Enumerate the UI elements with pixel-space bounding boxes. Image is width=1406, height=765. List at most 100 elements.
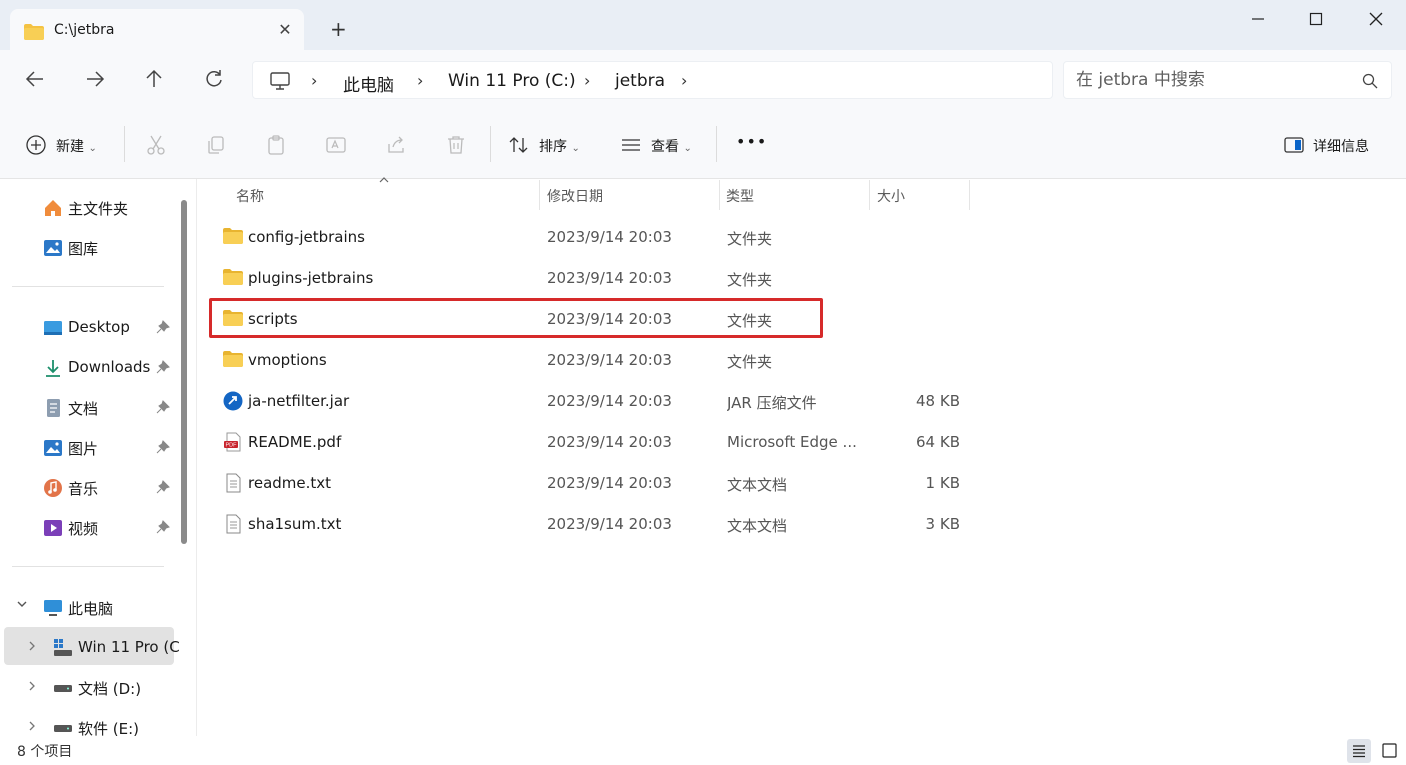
sidebar-item-drive-e[interactable]: 软件 (E:): [10, 710, 180, 736]
file-row[interactable]: ja-netfilter.jar 2023/9/14 20:03 JAR 压缩文…: [215, 382, 975, 420]
rename-icon[interactable]: [325, 134, 347, 156]
forward-arrow-icon[interactable]: [82, 68, 108, 94]
divider: [124, 126, 125, 162]
column-divider[interactable]: [869, 180, 870, 210]
file-name: readme.txt: [248, 474, 332, 492]
maximize-button[interactable]: [1298, 8, 1334, 32]
column-divider[interactable]: [539, 180, 540, 210]
sidebar-item-desktop[interactable]: Desktop: [0, 310, 170, 344]
sidebar-item-drive-d[interactable]: 文档 (D:): [10, 670, 180, 704]
file-row[interactable]: plugins-jetbrains 2023/9/14 20:03 文件夹: [215, 259, 975, 297]
file-row[interactable]: sha1sum.txt 2023/9/14 20:03 文本文档 3 KB: [215, 505, 975, 543]
large-icons-view-icon[interactable]: [1377, 739, 1401, 763]
pin-icon[interactable]: [156, 480, 170, 494]
file-type: 文件夹: [727, 230, 773, 248]
title-bar: C:\jetbra ✕ +: [0, 0, 1406, 50]
close-button[interactable]: [1358, 8, 1394, 32]
sidebar-item-label: Desktop: [68, 318, 130, 336]
sidebar-item-label: 视频: [68, 520, 99, 538]
column-header-name[interactable]: 名称: [236, 186, 264, 206]
details-view-icon[interactable]: [1347, 739, 1371, 763]
sidebar-item-label: Win 11 Pro (C: [78, 638, 180, 656]
up-arrow-icon[interactable]: [141, 68, 167, 94]
sort-button[interactable]: 排序 ⌄: [539, 136, 580, 158]
sidebar-item-music[interactable]: 音乐: [0, 470, 170, 504]
pin-icon[interactable]: [156, 320, 170, 334]
sidebar-item-label: 图片: [68, 440, 99, 458]
column-header-size[interactable]: 大小: [877, 186, 905, 206]
details-button[interactable]: 详细信息: [1313, 136, 1369, 158]
pin-icon[interactable]: [156, 400, 170, 414]
cut-icon[interactable]: [145, 134, 167, 156]
sidebar-item-label: 主文件夹: [68, 200, 129, 218]
sidebar-item-drive-c[interactable]: Win 11 Pro (C: [10, 630, 180, 664]
column-divider[interactable]: [969, 180, 970, 210]
sort-icon: [508, 134, 530, 156]
copy-icon[interactable]: [205, 134, 227, 156]
file-name: README.pdf: [248, 433, 342, 451]
sidebar-item-documents[interactable]: 文档: [0, 390, 170, 424]
sidebar-scrollbar[interactable]: [181, 200, 187, 544]
sidebar-item-home[interactable]: 主文件夹: [0, 190, 170, 224]
folder-icon: [223, 227, 243, 247]
tab-title: C:\jetbra: [54, 22, 115, 38]
minimize-button[interactable]: [1240, 8, 1276, 32]
more-options-button[interactable]: •••: [736, 132, 767, 154]
sidebar-item-pictures[interactable]: 图片: [0, 430, 170, 464]
chevron-down-icon: ⌄: [88, 143, 97, 154]
pictures-icon: [43, 438, 63, 458]
search-icon[interactable]: [1362, 73, 1378, 93]
share-icon[interactable]: [385, 134, 407, 156]
pin-icon[interactable]: [156, 360, 170, 374]
plus-circle-icon: [25, 134, 47, 156]
view-label: 查看: [651, 139, 679, 155]
column-header-date[interactable]: 修改日期: [547, 186, 603, 206]
sidebar-item-label: Downloads: [68, 358, 151, 376]
breadcrumb-this-pc[interactable]: 此电脑: [343, 71, 394, 96]
text-file-icon: [223, 514, 243, 534]
download-icon: [43, 358, 63, 378]
pin-icon[interactable]: [156, 520, 170, 534]
breadcrumb-jetbra[interactable]: jetbra: [615, 71, 665, 91]
tab-close-icon[interactable]: ✕: [276, 20, 294, 39]
view-button[interactable]: 查看 ⌄: [651, 136, 692, 158]
paste-icon[interactable]: [265, 134, 287, 156]
sidebar-item-gallery[interactable]: 图库: [0, 230, 170, 264]
file-row[interactable]: config-jetbrains 2023/9/14 20:03 文件夹: [215, 218, 975, 256]
drive-icon: [53, 678, 73, 698]
new-button[interactable]: 新建 ⌄: [56, 136, 97, 158]
search-input[interactable]: [1076, 70, 1346, 90]
tab-current[interactable]: C:\jetbra ✕: [10, 9, 304, 50]
delete-icon[interactable]: [445, 134, 467, 156]
address-bar[interactable]: › 此电脑 › Win 11 Pro (C:) › jetbra ›: [252, 61, 1053, 99]
new-tab-icon[interactable]: +: [330, 19, 347, 39]
breadcrumb-drive-c[interactable]: Win 11 Pro (C:): [448, 71, 576, 91]
sidebar-item-label: 图库: [68, 240, 99, 258]
refresh-icon[interactable]: [201, 68, 227, 94]
file-type: JAR 压缩文件: [727, 394, 817, 412]
sidebar-item-label: 文档 (D:): [78, 680, 142, 698]
music-icon: [43, 478, 63, 498]
chevron-right-icon[interactable]: ›: [681, 71, 687, 90]
file-row[interactable]: vmoptions 2023/9/14 20:03 文件夹: [215, 341, 975, 379]
red-highlight-box: [209, 298, 823, 338]
file-name: config-jetbrains: [248, 228, 365, 246]
file-row[interactable]: readme.txt 2023/9/14 20:03 文本文档 1 KB: [215, 464, 975, 502]
pin-icon[interactable]: [156, 440, 170, 454]
jar-icon: [223, 391, 243, 411]
home-icon: [43, 198, 63, 218]
sidebar-item-videos[interactable]: 视频: [0, 510, 170, 544]
sort-ascending-icon: [379, 176, 389, 187]
file-date: 2023/9/14 20:03: [547, 392, 672, 410]
navigation-pane: 主文件夹 图库 Desktop Downloads 文档 图片 音乐 视频 此电…: [0, 179, 196, 736]
sidebar-item-this-pc[interactable]: 此电脑: [0, 590, 170, 624]
file-size: 3 KB: [925, 515, 960, 533]
file-row[interactable]: PDF README.pdf 2023/9/14 20:03 Microsoft…: [215, 423, 975, 461]
sidebar-item-label: 软件 (E:): [78, 720, 140, 736]
file-size: 1 KB: [925, 474, 960, 492]
search-box: [1063, 61, 1392, 99]
column-divider[interactable]: [719, 180, 720, 210]
column-header-type[interactable]: 类型: [726, 186, 754, 206]
sidebar-item-downloads[interactable]: Downloads: [0, 350, 170, 384]
back-arrow-icon[interactable]: [22, 68, 48, 94]
